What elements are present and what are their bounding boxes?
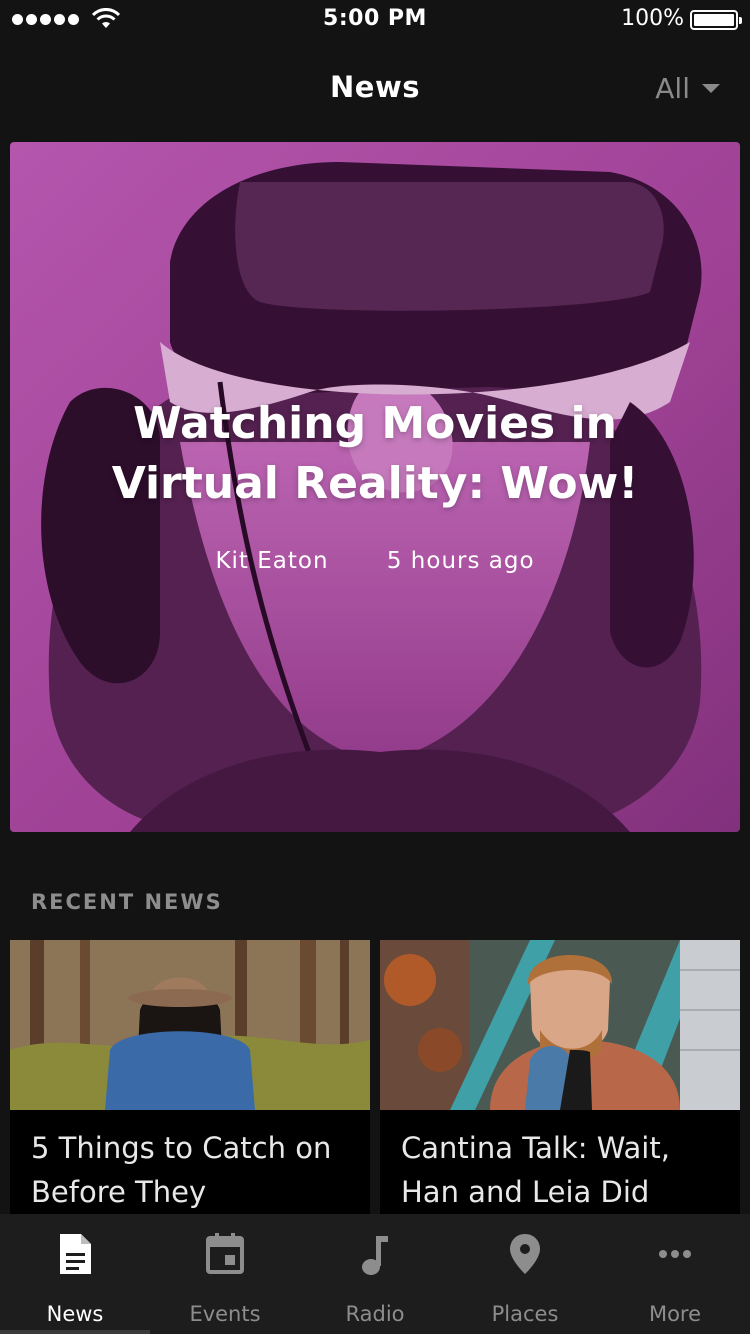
tab-label: Places <box>491 1302 559 1326</box>
status-bar: 5:00 PM 100% <box>0 0 750 40</box>
page-title: News <box>330 70 420 104</box>
tab-label: More <box>648 1302 702 1326</box>
featured-story-author: Kit Eaton <box>215 548 329 574</box>
tab-news[interactable]: News <box>0 1214 150 1334</box>
more-dots-icon <box>659 1250 691 1258</box>
app-screen: 5:00 PM 100% News All Watching Movies in… <box>0 0 750 1334</box>
featured-story-overlay: Watching Movies in Virtual Reality: Wow!… <box>10 142 740 832</box>
battery-percent: 100% <box>621 6 684 31</box>
news-card-image <box>380 940 740 1110</box>
tab-label: News <box>46 1302 104 1326</box>
document-icon <box>60 1234 91 1274</box>
featured-story-title: Watching Movies in Virtual Reality: Wow! <box>111 398 639 509</box>
featured-story-time: 5 hours ago <box>386 548 535 574</box>
nav-header: News All <box>0 40 750 136</box>
tab-label: Events <box>189 1302 261 1326</box>
news-card-image <box>10 940 370 1110</box>
tab-radio[interactable]: Radio <box>300 1214 450 1334</box>
featured-story-meta: Kit Eaton 5 hours ago <box>10 548 740 574</box>
map-pin-icon <box>510 1234 540 1274</box>
news-card[interactable]: Cantina Talk: Wait, Han and Leia Did <box>380 940 740 1215</box>
music-note-icon <box>362 1236 388 1275</box>
battery-icon <box>690 10 742 30</box>
news-card-title: Cantina Talk: Wait, Han and Leia Did <box>401 1131 670 1209</box>
tab-places[interactable]: Places <box>450 1214 600 1334</box>
tab-more[interactable]: More <box>600 1214 750 1334</box>
tab-label: Radio <box>345 1302 405 1326</box>
tab-events[interactable]: Events <box>150 1214 300 1334</box>
section-heading-recent-news: RECENT NEWS <box>31 890 223 914</box>
filter-label: All <box>655 72 690 105</box>
tab-bar: News Events Radio Places More <box>0 1214 750 1334</box>
caret-down-icon <box>702 84 720 93</box>
filter-dropdown[interactable]: All <box>655 72 720 105</box>
news-card[interactable]: 5 Things to Catch on Before They <box>10 940 370 1215</box>
calendar-icon <box>206 1233 244 1274</box>
news-card-title: 5 Things to Catch on Before They <box>31 1131 332 1209</box>
featured-story-card[interactable]: Watching Movies in Virtual Reality: Wow!… <box>10 142 740 832</box>
